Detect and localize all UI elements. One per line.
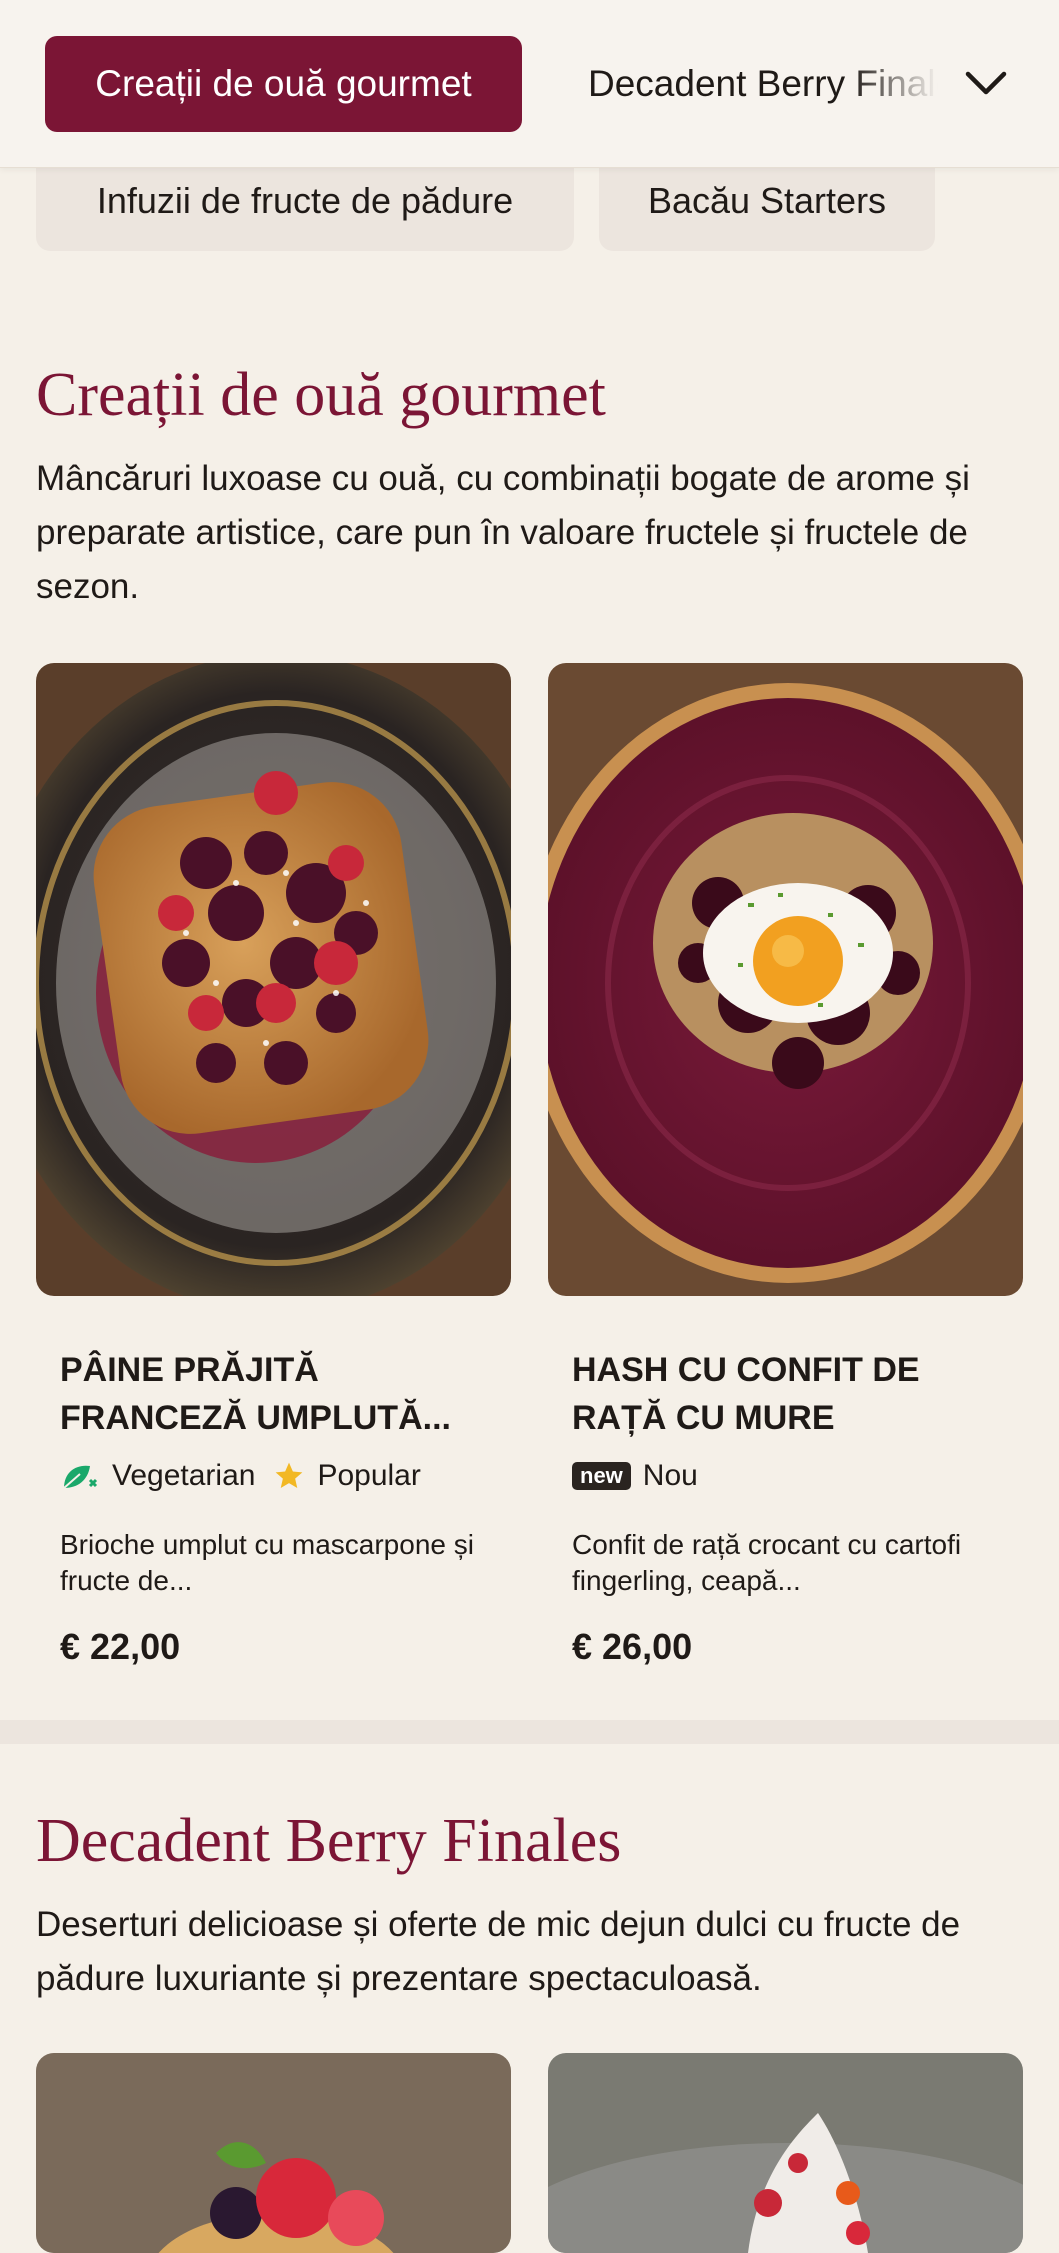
category-nav: Creații de ouă gourmet Decadent Berry Fi…: [0, 0, 1059, 168]
tag-label: Popular: [317, 1459, 421, 1492]
menu-item-name[interactable]: PÂINE PRĂJITĂ FRANCEZĂ UMPLUTĂ...: [60, 1346, 500, 1442]
vegetarian-leaf-icon: [63, 1465, 98, 1489]
menu-item-image[interactable]: [548, 663, 1023, 1296]
menu-item-tags: Vegetarian Popular: [60, 1456, 439, 1496]
menu-item-description: Brioche umplut cu mascarpone și fructe d…: [60, 1529, 474, 1596]
tag-label: Nou: [642, 1459, 698, 1492]
menu-item-price: € 22,00: [60, 1626, 181, 1667]
new-badge: new: [572, 1462, 631, 1490]
tag-new: new Nou: [572, 1459, 698, 1493]
section-description: Deserturi delicioase și oferte de mic de…: [36, 1905, 961, 1998]
category-tab-active[interactable]: Creații de ouă gourmet: [45, 36, 522, 132]
section-divider: [0, 1720, 1059, 1744]
star-icon: [276, 1462, 303, 1488]
menu-item-tags: new Nou: [572, 1456, 716, 1496]
menu-item-description: Confit de rață crocant cu cartofi finger…: [572, 1529, 962, 1596]
tag-vegetarian: Vegetarian: [60, 1459, 255, 1493]
section-title: Creații de ouă gourmet: [36, 361, 606, 429]
menu-item-image[interactable]: [548, 2053, 1023, 2253]
menu-item-name[interactable]: HASH CU CONFIT DE RAȚĂ CU MURE: [572, 1346, 1012, 1442]
menu-item-image[interactable]: [36, 2053, 511, 2253]
menu-item-price: € 26,00: [572, 1626, 693, 1667]
tag-popular: Popular: [273, 1459, 421, 1493]
section-title: Decadent Berry Finales: [36, 1807, 622, 1875]
section-description: Mâncăruri luxoase cu ouă, cu combinații …: [36, 459, 970, 606]
menu-item-image[interactable]: [36, 663, 511, 1296]
tag-label: Vegetarian: [112, 1459, 256, 1492]
chevron-down-icon[interactable]: [960, 58, 1012, 110]
nav-fade: [850, 30, 960, 140]
